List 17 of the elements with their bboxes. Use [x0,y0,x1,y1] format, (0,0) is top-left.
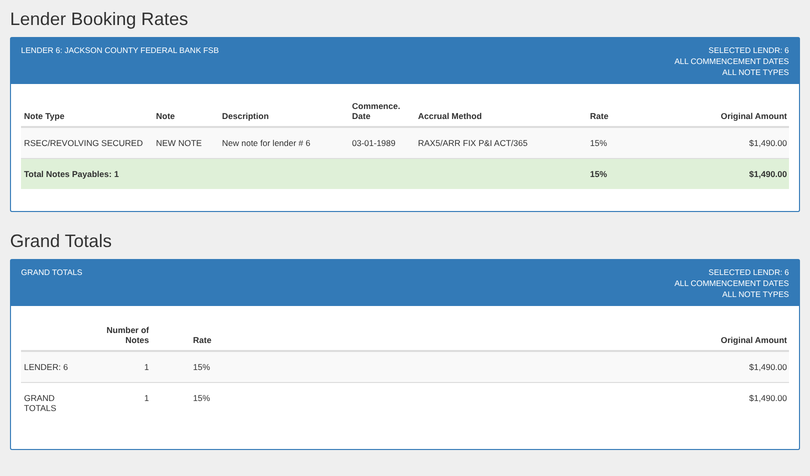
total-cell: $1,490.00 [682,158,789,189]
total-cell: 15% [587,158,682,189]
table-cell: 1 [86,382,151,427]
panel-heading-text: LENDER 6: JACKSON COUNTY FEDERAL BANK FSB [21,45,219,56]
table-cell: 15% [151,382,255,427]
panel-heading-text: GRAND TOTALS [21,267,82,278]
filter-text: SELECTED LENDR: 6 [708,45,789,56]
section-title: Grand Totals [10,230,113,252]
total-cell: Total Notes Payables: 1 [21,158,587,189]
filter-text: ALL NOTE TYPES [722,67,789,78]
table-cell: $1,490.00 [255,382,789,427]
table-cell: GRAND TOTALS [21,382,86,427]
section-title: Lender Booking Rates [10,8,190,30]
filter-text: ALL COMMENCEMENT DATES [674,56,789,67]
filter-text: ALL NOTE TYPES [722,289,789,300]
filter-text: ALL COMMENCEMENT DATES [674,278,789,289]
filter-text: SELECTED LENDR: 6 [708,267,789,278]
